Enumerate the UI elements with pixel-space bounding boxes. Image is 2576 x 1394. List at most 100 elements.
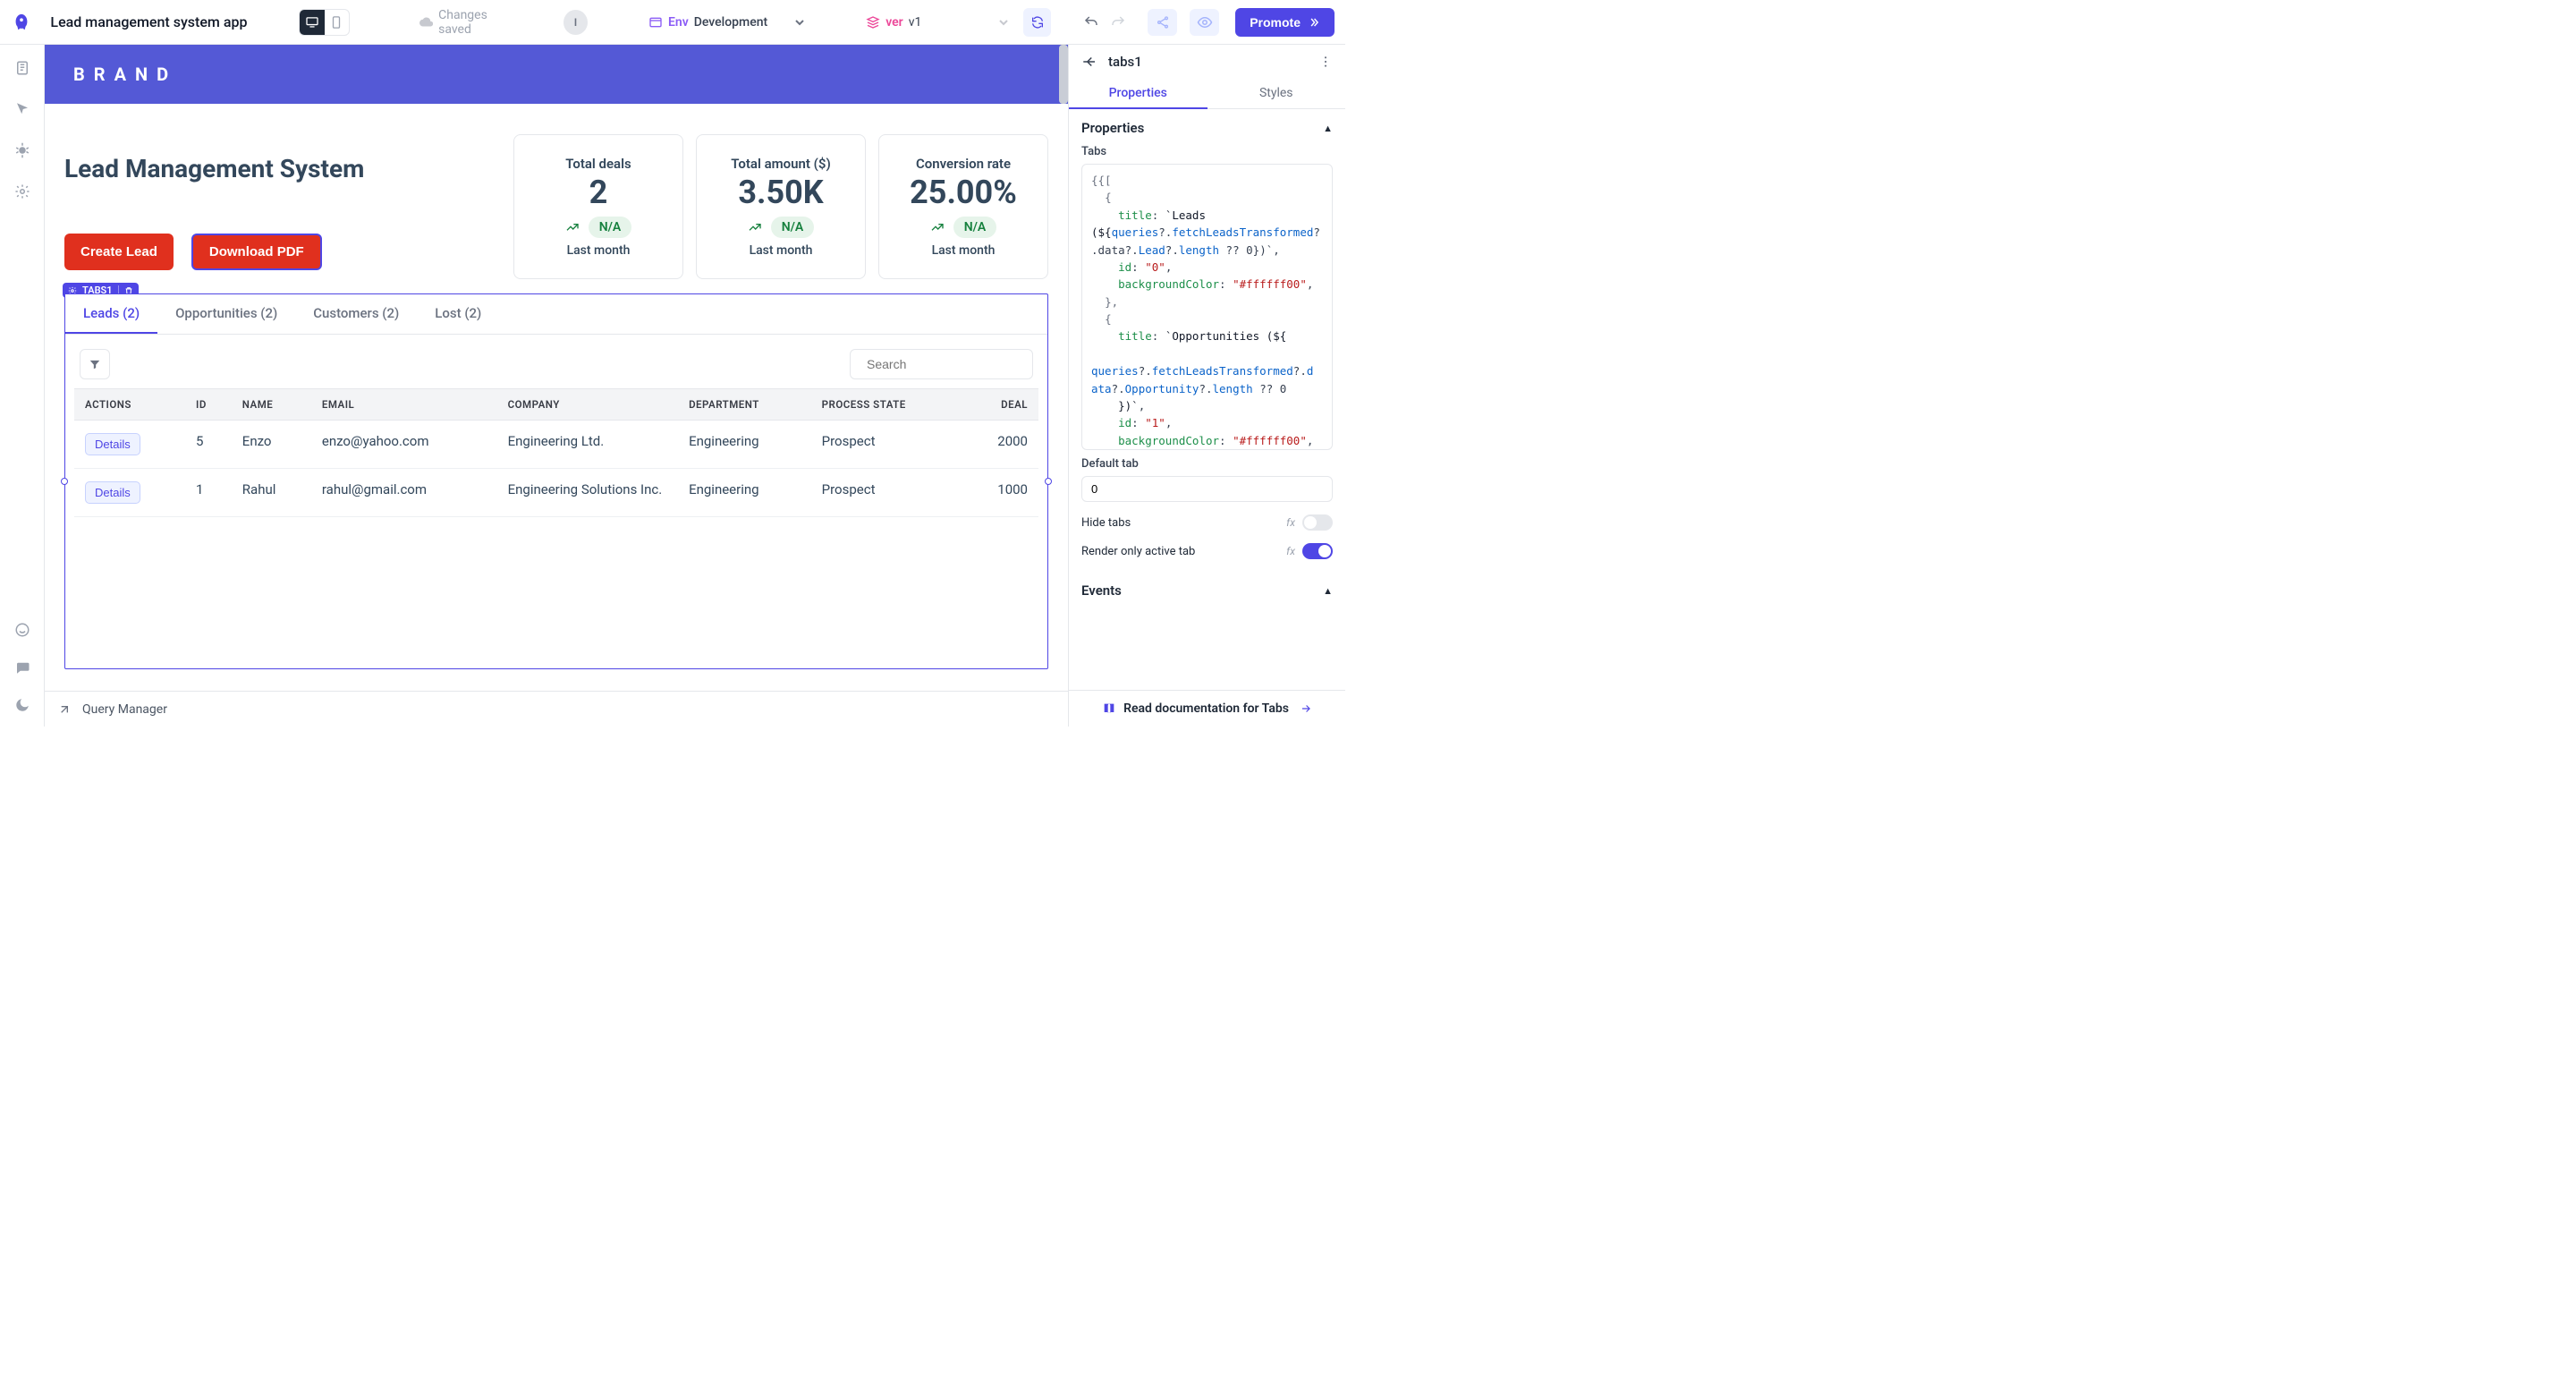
cell-id: 1 bbox=[185, 469, 232, 517]
default-tab-input[interactable] bbox=[1081, 476, 1333, 502]
inspector-tab-properties[interactable]: Properties bbox=[1069, 79, 1208, 109]
th-id[interactable]: ID bbox=[185, 389, 232, 421]
section-events[interactable]: Events ▲ bbox=[1081, 582, 1333, 599]
stat-label: Total deals bbox=[565, 156, 631, 172]
kebab-icon[interactable] bbox=[1318, 55, 1333, 69]
theme-icon[interactable] bbox=[13, 696, 31, 714]
hide-tabs-toggle[interactable] bbox=[1302, 514, 1333, 531]
device-switch[interactable] bbox=[299, 9, 349, 36]
expand-icon[interactable] bbox=[57, 702, 72, 717]
chevron-down-icon bbox=[998, 17, 1009, 28]
cell-company: Engineering Ltd. bbox=[497, 421, 678, 469]
docs-link[interactable]: Read documentation for Tabs bbox=[1069, 690, 1345, 727]
stat-label: Conversion rate bbox=[916, 156, 1011, 172]
stat-card-total-amount: Total amount ($) 3.50K N/A Last month bbox=[696, 134, 866, 279]
th-email[interactable]: EMAIL bbox=[311, 389, 497, 421]
docs-text: Read documentation for Tabs bbox=[1123, 701, 1289, 716]
inspector-tab-styles[interactable]: Styles bbox=[1208, 79, 1346, 109]
inspector-title: tabs1 bbox=[1108, 54, 1308, 70]
env-value: Development bbox=[694, 15, 767, 30]
th-state[interactable]: PROCESS STATE bbox=[811, 389, 964, 421]
stat-label: Total amount ($) bbox=[731, 156, 830, 172]
tab-customers[interactable]: Customers (2) bbox=[295, 294, 417, 334]
version-selector[interactable]: ver v1 bbox=[866, 15, 1009, 30]
label-default-tab: Default tab bbox=[1081, 457, 1333, 471]
desktop-view-button[interactable] bbox=[300, 10, 324, 35]
cell-deal: 2000 bbox=[963, 421, 1038, 469]
render-only-toggle[interactable] bbox=[1302, 543, 1333, 559]
cell-deal: 1000 bbox=[963, 469, 1038, 517]
table-row[interactable]: Details 1 Rahul rahul@gmail.com Engineer… bbox=[74, 469, 1038, 517]
tab-lost[interactable]: Lost (2) bbox=[417, 294, 499, 334]
chat-icon[interactable] bbox=[13, 659, 31, 676]
details-button[interactable]: Details bbox=[85, 481, 140, 504]
caret-up-icon: ▲ bbox=[1323, 123, 1333, 134]
th-company[interactable]: COMPANY bbox=[497, 389, 678, 421]
th-deal[interactable]: DEAL bbox=[963, 389, 1038, 421]
chevron-down-icon bbox=[794, 17, 805, 28]
undo-button[interactable] bbox=[1083, 14, 1099, 30]
cell-department: Engineering bbox=[678, 421, 811, 469]
tab-opportunities[interactable]: Opportunities (2) bbox=[157, 294, 295, 334]
th-name[interactable]: NAME bbox=[232, 389, 311, 421]
trend-up-icon bbox=[565, 220, 580, 234]
env-selector[interactable]: Env Development bbox=[640, 12, 814, 33]
brand-text: BRAND bbox=[73, 64, 177, 85]
section-properties[interactable]: Properties ▲ bbox=[1081, 120, 1333, 136]
promote-button[interactable]: Promote bbox=[1235, 8, 1335, 37]
stat-change: N/A bbox=[771, 217, 815, 238]
caret-up-icon: ▲ bbox=[1323, 585, 1333, 597]
settings-icon[interactable] bbox=[13, 183, 31, 200]
label-render-only: Render only active tab bbox=[1081, 545, 1195, 558]
back-button[interactable] bbox=[1081, 54, 1097, 70]
cell-id: 5 bbox=[185, 421, 232, 469]
fx-icon[interactable]: fx bbox=[1286, 516, 1295, 529]
stat-card-total-deals: Total deals 2 N/A Last month bbox=[513, 134, 683, 279]
preview-button[interactable] bbox=[1190, 9, 1219, 36]
stat-value: 25.00% bbox=[910, 174, 1017, 211]
save-status: Changes saved bbox=[419, 8, 521, 37]
tab-leads[interactable]: Leads (2) bbox=[65, 294, 157, 334]
leads-table: ACTIONS ID NAME EMAIL COMPANY DEPARTMENT… bbox=[74, 388, 1038, 517]
scrollbar[interactable] bbox=[1059, 45, 1068, 104]
stat-change: N/A bbox=[589, 217, 632, 238]
query-manager-label[interactable]: Query Manager bbox=[82, 702, 167, 717]
tabs-code-editor[interactable]: {{[ { title: `Leads (${queries?.fetchLea… bbox=[1081, 164, 1333, 450]
th-actions[interactable]: ACTIONS bbox=[74, 389, 185, 421]
support-icon[interactable] bbox=[13, 621, 31, 639]
stat-change: N/A bbox=[953, 217, 997, 238]
cell-state: Prospect bbox=[811, 421, 964, 469]
redo-button bbox=[1110, 14, 1126, 30]
cell-company: Engineering Solutions Inc. bbox=[497, 469, 678, 517]
sync-button[interactable] bbox=[1023, 8, 1051, 37]
pages-icon[interactable] bbox=[13, 59, 31, 77]
stat-sublabel: Last month bbox=[932, 243, 996, 258]
download-pdf-button[interactable]: Download PDF bbox=[191, 234, 322, 270]
save-status-text: Changes saved bbox=[438, 8, 521, 37]
stat-value: 3.50K bbox=[738, 174, 823, 211]
table-row[interactable]: Details 5 Enzo enzo@yahoo.com Engineerin… bbox=[74, 421, 1038, 469]
fx-icon[interactable]: fx bbox=[1286, 545, 1295, 557]
stat-value: 2 bbox=[589, 174, 608, 211]
user-avatar-badge[interactable]: I bbox=[564, 10, 588, 35]
search-input[interactable] bbox=[867, 357, 1029, 371]
debug-icon[interactable] bbox=[13, 141, 31, 159]
search-input-wrap[interactable] bbox=[850, 349, 1033, 379]
share-button[interactable] bbox=[1148, 9, 1177, 36]
app-name[interactable]: Lead management system app bbox=[50, 13, 256, 30]
promote-label: Promote bbox=[1250, 15, 1301, 30]
cell-name: Rahul bbox=[232, 469, 311, 517]
brand-header: BRAND bbox=[45, 45, 1068, 104]
create-lead-button[interactable]: Create Lead bbox=[64, 234, 174, 270]
app-logo[interactable] bbox=[0, 0, 43, 45]
filter-button[interactable] bbox=[80, 349, 110, 379]
cursor-icon[interactable] bbox=[13, 100, 31, 118]
resize-handle-left[interactable] bbox=[61, 478, 68, 485]
tabs-component[interactable]: Leads (2) Opportunities (2) Customers (2… bbox=[64, 293, 1048, 669]
resize-handle-right[interactable] bbox=[1045, 478, 1052, 485]
ver-prefix: ver bbox=[886, 15, 903, 30]
details-button[interactable]: Details bbox=[85, 433, 140, 455]
th-department[interactable]: DEPARTMENT bbox=[678, 389, 811, 421]
mobile-view-button[interactable] bbox=[325, 10, 349, 35]
env-prefix: Env bbox=[668, 15, 689, 30]
